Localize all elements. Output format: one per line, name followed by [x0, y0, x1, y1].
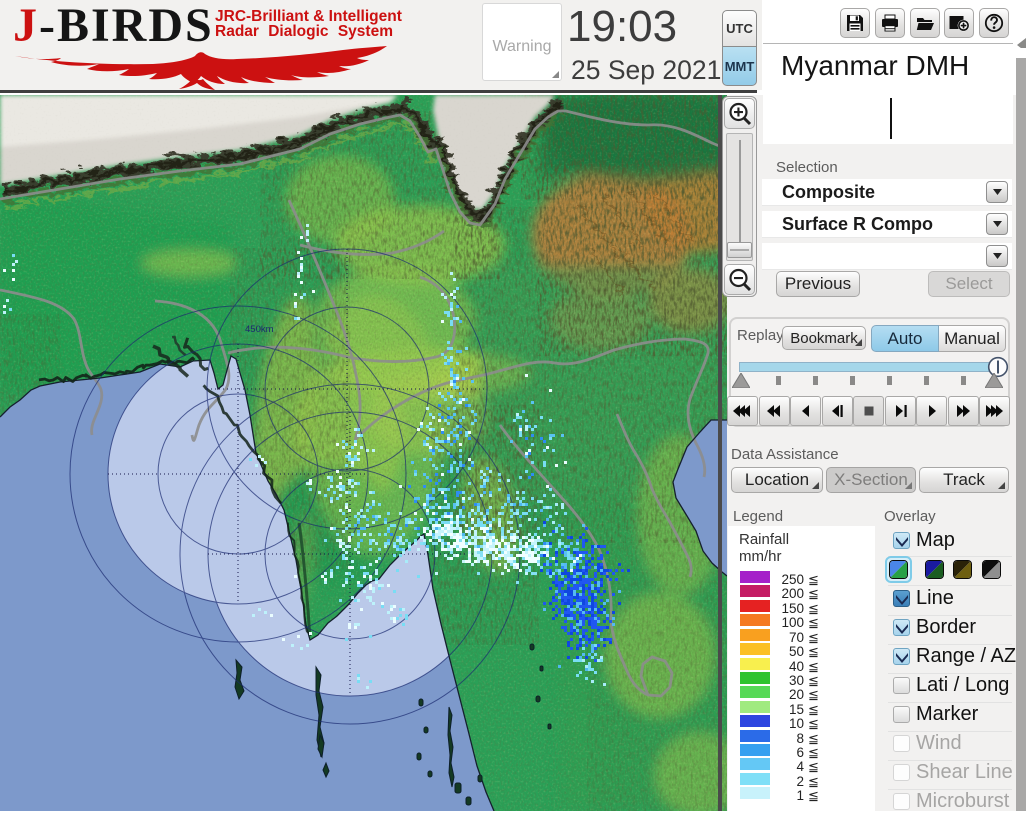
svg-text:450km: 450km — [245, 324, 274, 335]
